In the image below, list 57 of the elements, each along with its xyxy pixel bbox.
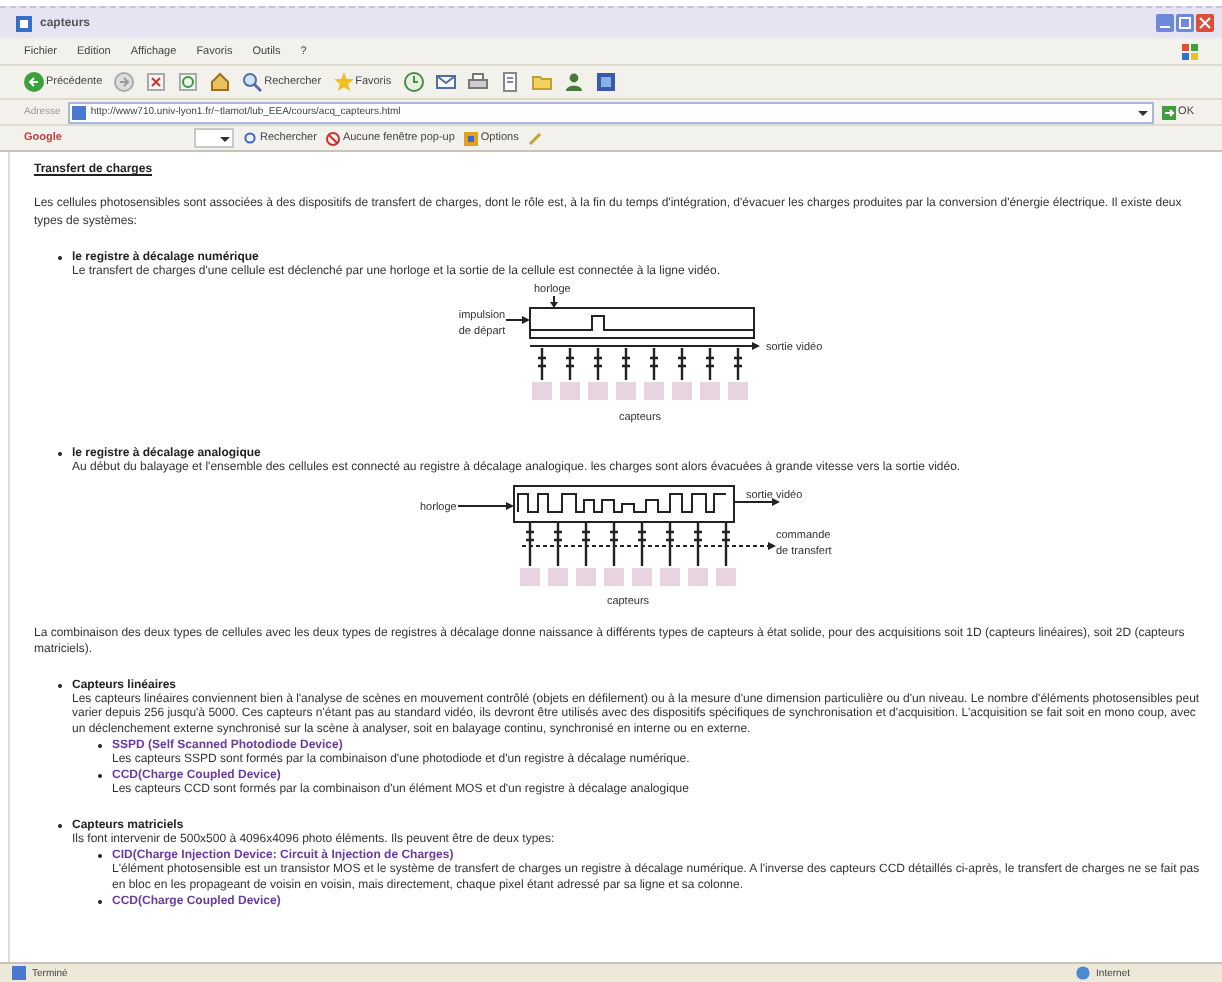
browser-icon [16,15,32,31]
edit-button[interactable] [499,72,520,92]
sensor-drawing [588,347,608,401]
refresh-button[interactable] [178,72,199,92]
folder-icon [531,72,552,92]
pencil-icon[interactable] [528,131,543,145]
refresh-icon [178,72,199,92]
document-icon [499,72,520,92]
mail-button[interactable] [435,72,456,92]
sensor-drawing [688,520,708,586]
sensor-drawing [644,347,664,401]
options-icon [464,131,479,145]
sensor-drawing [520,520,540,586]
mail-icon [435,72,456,92]
sensor-drawing [604,520,624,586]
search-field[interactable] [194,128,234,148]
minimize-icon[interactable] [1156,14,1174,32]
star-icon [333,72,354,92]
history-button[interactable] [403,72,424,92]
stop-icon [146,72,167,92]
sensor-drawing [632,520,652,586]
person-icon [563,72,584,92]
maximize-icon[interactable] [1176,14,1194,32]
sensor-drawing [716,520,736,586]
forward-button[interactable] [114,72,135,92]
dropdown-icon[interactable] [218,131,232,145]
back-arrow-icon [24,72,44,92]
search-icon [244,131,258,145]
stop-button[interactable] [146,72,167,92]
sensor-drawing [616,347,636,401]
forward-arrow-icon [114,72,135,92]
sensor-drawing [560,347,580,401]
page-icon [12,966,26,980]
dropdown-icon[interactable] [1136,105,1151,119]
folder-button[interactable] [531,72,552,92]
sensor-drawing [548,520,568,586]
sensor-drawing [532,347,552,401]
sensor-drawing [660,520,680,586]
search-icon [242,72,263,92]
sensor-drawing [700,347,720,401]
blocked-icon [326,131,341,145]
globe-icon [1076,966,1091,980]
home-button[interactable] [210,72,231,92]
page-icon [72,105,87,119]
messenger-button[interactable] [563,72,584,92]
print-button[interactable] [467,72,488,92]
sensor-drawing [672,347,692,401]
sensor-drawing [576,520,596,586]
media-button[interactable] [595,72,616,92]
sensor-drawing [728,347,748,401]
close-icon[interactable] [1196,14,1214,32]
go-arrow-icon [1162,105,1177,119]
media-icon [595,72,616,92]
home-icon [210,72,231,92]
printer-icon [467,72,488,92]
windows-logo-icon [1182,43,1198,59]
history-icon [403,72,424,92]
